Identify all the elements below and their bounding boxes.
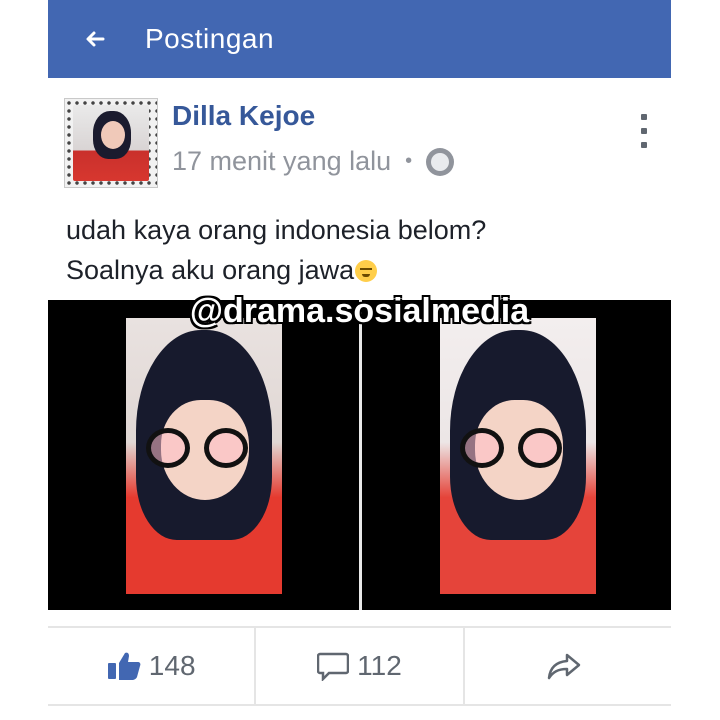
- comment-icon: [317, 652, 350, 681]
- meta-separator: •: [405, 150, 413, 172]
- post-actions: 148 112: [48, 626, 671, 706]
- more-dot-icon: [641, 128, 647, 134]
- post-images[interactable]: @drama.sosialmedia: [48, 292, 671, 610]
- avatar[interactable]: [64, 98, 158, 188]
- photo-right[interactable]: [440, 318, 596, 594]
- arrow-left-icon: [86, 31, 105, 47]
- post-screen: Postingan Dilla Kejoe 17 menit yang lalu…: [48, 0, 671, 720]
- avatar-photo: [73, 105, 149, 181]
- author-name[interactable]: Dilla Kejoe: [172, 100, 315, 132]
- watermark-text: @drama.sosialmedia: [189, 292, 530, 330]
- post-text-line-2-content: Soalnya aku orang jawa: [66, 255, 355, 285]
- more-dot-icon: [641, 142, 647, 148]
- share-button[interactable]: [462, 628, 671, 704]
- image-divider: [359, 300, 362, 610]
- post-text: udah kaya orang indonesia belom? Soalnya…: [66, 210, 646, 290]
- like-button[interactable]: 148: [48, 628, 254, 704]
- more-options-button[interactable]: [637, 114, 651, 148]
- share-icon: [547, 653, 581, 680]
- back-button[interactable]: [80, 24, 110, 54]
- like-count: 148: [148, 650, 196, 681]
- post-card: Dilla Kejoe 17 menit yang lalu • udah ka…: [48, 80, 671, 720]
- photo-right-glasses-left: [460, 428, 504, 468]
- sleepy-emoji-icon: [355, 260, 378, 282]
- comment-count: 112: [357, 650, 402, 681]
- page-title: Postingan: [145, 23, 275, 54]
- photo-left-glasses-right: [204, 428, 248, 468]
- post-meta: 17 menit yang lalu •: [172, 146, 455, 177]
- more-dot-icon: [641, 114, 647, 120]
- avatar-face: [101, 121, 125, 149]
- thumbs-up-icon: [107, 652, 141, 680]
- globe-icon: [426, 147, 455, 176]
- photo-left[interactable]: [126, 318, 282, 594]
- post-timestamp[interactable]: 17 menit yang lalu: [172, 146, 391, 177]
- post-text-line-2: Soalnya aku orang jawa: [66, 250, 646, 290]
- post-text-line-1: udah kaya orang indonesia belom?: [66, 215, 487, 245]
- photo-right-glasses-right: [518, 428, 562, 468]
- comment-button[interactable]: 112: [254, 628, 462, 704]
- photo-left-glasses-left: [146, 428, 190, 468]
- top-app-bar: Postingan: [48, 0, 671, 78]
